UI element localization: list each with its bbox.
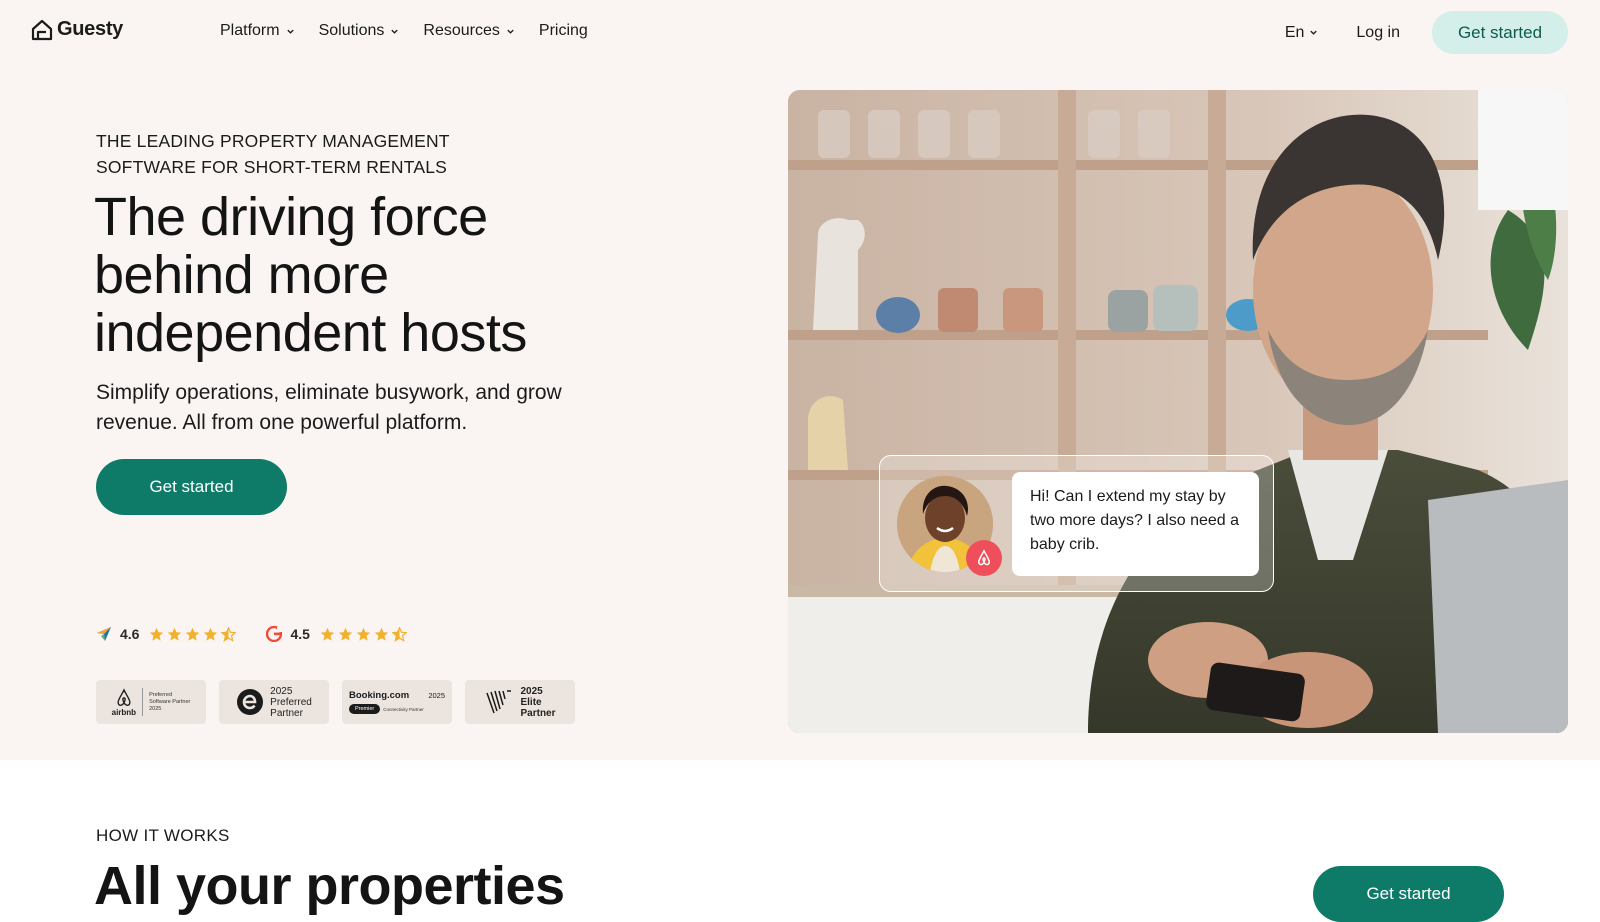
rating-value: 4.5 <box>290 626 310 642</box>
premier-tag: Premier <box>349 704 381 714</box>
chat-bubble: Hi! Can I extend my stay by two more day… <box>1012 472 1259 576</box>
partner-badges: airbnb Preferred Software Partner 2025 2… <box>96 680 575 724</box>
star-icon <box>150 627 164 641</box>
badge-line: Elite <box>520 696 542 708</box>
section-title: All your properties <box>94 856 565 916</box>
get-started-button-nav[interactable]: Get started <box>1432 11 1568 54</box>
badge-line: 2025 <box>270 685 293 697</box>
star-icon <box>374 627 389 641</box>
host-with-phone-illustration <box>788 90 1568 733</box>
airbnb-wordmark: airbnb <box>111 707 137 717</box>
nav-actions: En Log in Get started <box>1285 11 1568 54</box>
language-label: En <box>1284 23 1305 41</box>
top-nav: Guesty Platform Solutions Resources Pric… <box>0 0 1600 64</box>
nav-item-solutions[interactable]: Solutions <box>319 22 400 40</box>
badge-line: 2025 <box>149 705 162 712</box>
capterra-rating[interactable]: 4.6 <box>96 626 237 642</box>
badge-line: 2025 <box>520 685 543 697</box>
hero-eyebrow: THE LEADING PROPERTY MANAGEMENT SOFTWARE… <box>96 131 450 177</box>
badge-text: 2025 Preferred Partner <box>270 686 312 719</box>
booking-row: Premier Connectivity Partner <box>349 704 445 714</box>
nav-item-pricing[interactable]: Pricing <box>539 22 588 40</box>
booking-wordmark: Booking.com <box>349 690 410 701</box>
star-icon <box>186 627 200 641</box>
chevron-down-icon <box>391 29 399 34</box>
hero-photo <box>788 90 1568 733</box>
airbnb-symbol <box>978 549 990 566</box>
chevron-down-icon <box>286 29 294 34</box>
hero-headline: The driving force behind more independen… <box>94 187 527 363</box>
star-rating <box>149 626 237 642</box>
badge-line: Software Partner <box>149 698 191 705</box>
star-icon <box>356 627 371 641</box>
badge-line: Partner <box>520 707 556 719</box>
hero-subtitle: Simplify operations, eliminate busywork,… <box>96 381 562 434</box>
badge-text: 2025 Elite Partner <box>520 686 555 719</box>
expedia-icon <box>237 689 264 715</box>
star-icon <box>168 627 182 641</box>
badge-text: Preferred Software Partner 2025 <box>149 692 190 713</box>
vrbo-icon <box>486 690 512 714</box>
nav-label: Solutions <box>318 22 385 39</box>
chevron-down-icon <box>1310 30 1318 35</box>
nav-item-resources[interactable]: Resources <box>423 22 514 40</box>
nav-item-platform[interactable]: Platform <box>220 22 295 40</box>
booking-sub: Connectivity Partner <box>383 706 424 712</box>
booking-year: 2025 <box>428 691 445 700</box>
badge-line: Partner <box>270 707 303 719</box>
nav-label: Resources <box>423 22 500 39</box>
vrbo-partner-badge: 2025 Elite Partner <box>465 680 575 724</box>
airbnb-icon <box>966 540 1002 576</box>
booking-badge-content: Booking.com 2025 Premier Connectivity Pa… <box>349 690 445 714</box>
g2-icon <box>266 626 283 642</box>
badge-line: Preferred <box>149 691 173 698</box>
house-logo-icon <box>31 19 53 40</box>
booking-partner-badge: Booking.com 2025 Premier Connectivity Pa… <box>342 680 452 724</box>
booking-row: Booking.com 2025 <box>349 690 445 701</box>
airbnb-icon <box>117 687 131 706</box>
logo-text: Guesty <box>57 18 124 40</box>
chevron-down-icon <box>507 29 514 34</box>
badge-divider <box>142 688 144 716</box>
login-link[interactable]: Log in <box>1356 24 1400 42</box>
airbnb-logo: airbnb <box>111 687 137 717</box>
star-icon <box>204 627 218 641</box>
guest-message-card: Hi! Can I extend my stay by two more day… <box>879 455 1274 592</box>
half-star-icon <box>221 626 237 642</box>
star-rating <box>320 626 407 642</box>
language-selector[interactable]: En <box>1285 24 1319 42</box>
main-menu: Platform Solutions Resources Pricing <box>220 22 612 40</box>
star-icon <box>338 627 353 641</box>
half-star-icon <box>391 626 407 642</box>
g2-rating[interactable]: 4.5 <box>266 626 407 642</box>
nav-label: Pricing <box>538 22 588 39</box>
badge-line: Preferred <box>270 696 312 708</box>
get-started-button-section[interactable]: Get started <box>1313 866 1504 922</box>
get-started-button-hero[interactable]: Get started <box>96 459 287 515</box>
rating-value: 4.6 <box>120 626 140 642</box>
airbnb-partner-badge: airbnb Preferred Software Partner 2025 <box>96 680 206 724</box>
section-label: HOW IT WORKS <box>96 826 230 845</box>
expedia-partner-badge: 2025 Preferred Partner <box>219 680 329 724</box>
nav-label: Platform <box>220 22 280 39</box>
guesty-logo[interactable]: Guesty <box>31 18 123 41</box>
capterra-icon <box>97 627 111 641</box>
review-ratings: 4.6 4.5 <box>96 626 437 642</box>
star-icon <box>320 627 335 641</box>
